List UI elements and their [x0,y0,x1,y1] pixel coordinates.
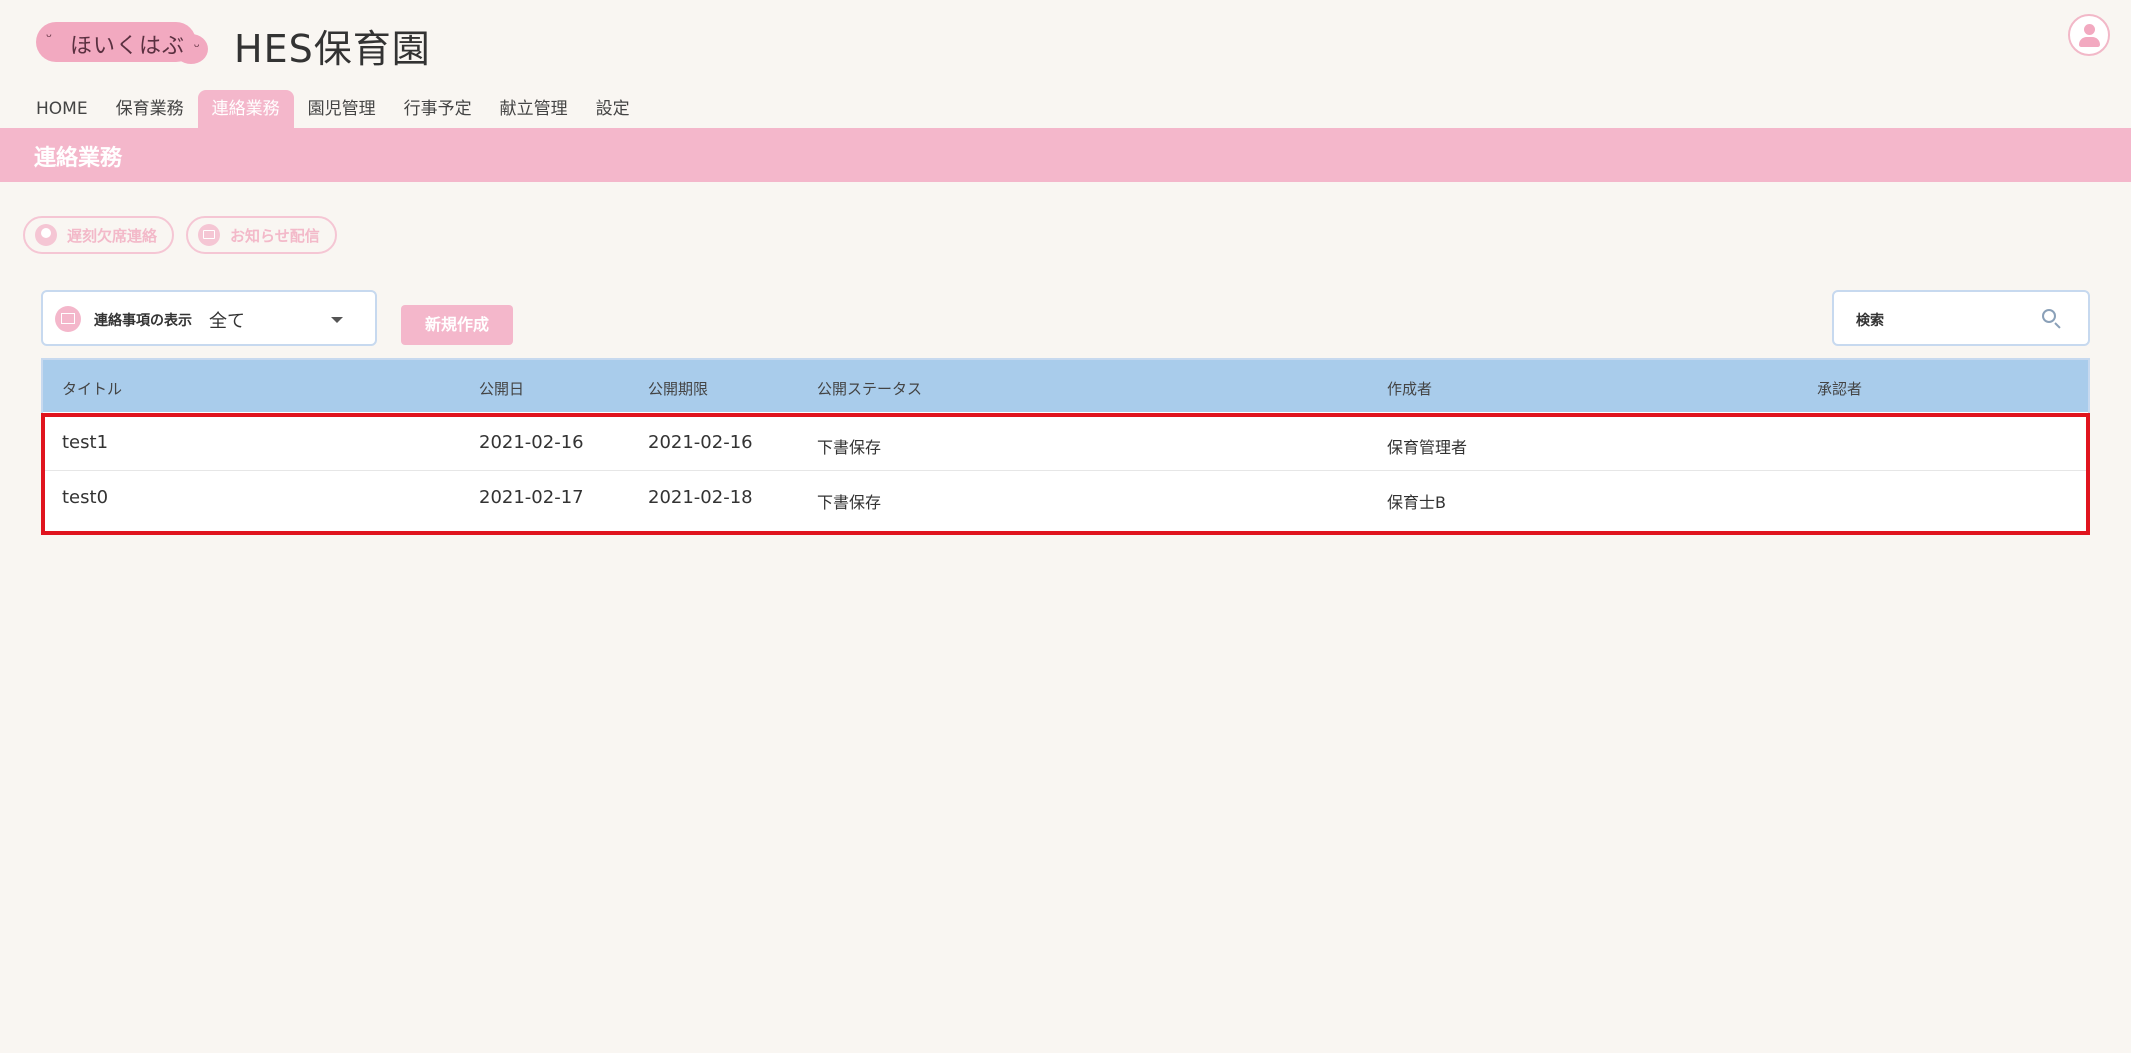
cell-title: test1 [62,432,109,453]
cell-status: 下書保存 [817,493,882,512]
logo-text: ほいくはぶ [70,34,186,59]
main-nav: HOME 保育業務 連絡業務 園児管理 行事予定 献立管理 設定 [22,90,644,128]
contact-table: タイトル 公開日 公開期限 公開ステータス 作成者 承認者 test1 2021… [41,358,2090,533]
cell-author: 保育士B [1387,493,1446,512]
app-logo[interactable]: ᵕ ほいくはぶ ᵕ [36,22,208,64]
table-header: タイトル 公開日 公開期限 公開ステータス 作成者 承認者 [43,360,2088,412]
avatar-head [2084,24,2095,35]
attendance-contact-label: 遅刻欠席連絡 [67,226,158,245]
col-title[interactable]: タイトル [62,378,122,399]
tab-contact[interactable]: 連絡業務 [197,90,294,128]
tab-childcare[interactable]: 保育業務 [102,90,198,128]
smile-icon: ᵕ [193,38,200,56]
filter-label: 連絡事項の表示 [94,313,192,329]
cell-publish-date: 2021-02-17 [479,487,584,508]
new-create-button[interactable]: 新規作成 [401,305,513,345]
cell-publish-date: 2021-02-16 [479,432,584,453]
col-approver[interactable]: 承認者 [1817,378,1862,399]
smile-icon: ᵕ [46,28,53,46]
page-title-bar: 連絡業務 [0,128,2131,182]
cell-publish-end: 2021-02-16 [648,432,753,453]
search-icon[interactable] [2042,309,2056,323]
cell-status: 下書保存 [817,438,882,457]
notice-send-button[interactable]: お知らせ配信 [186,216,337,254]
filter-value: 全て [209,311,245,332]
page-title: 連絡業務 [34,146,123,171]
mail-icon [55,306,81,332]
tab-settings[interactable]: 設定 [582,90,644,128]
col-publish-date[interactable]: 公開日 [479,378,524,399]
col-status[interactable]: 公開ステータス [817,378,922,399]
search-placeholder: 検索 [1856,313,1884,329]
col-author[interactable]: 作成者 [1387,378,1432,399]
notice-send-label: お知らせ配信 [230,226,320,245]
chevron-down-icon [331,317,343,323]
user-avatar-icon[interactable] [2068,14,2110,56]
cell-title: test0 [62,487,109,508]
display-filter-select[interactable]: 連絡事項の表示 全て [41,290,377,346]
tab-children[interactable]: 園児管理 [294,90,390,128]
avatar-body [2079,37,2100,47]
cell-publish-end: 2021-02-18 [648,487,753,508]
col-publish-end[interactable]: 公開期限 [648,378,708,399]
attendance-contact-button[interactable]: 遅刻欠席連絡 [23,216,174,254]
app-title: HES保育園 [234,27,431,71]
tab-menu[interactable]: 献立管理 [486,90,582,128]
tab-events[interactable]: 行事予定 [390,90,486,128]
table-row[interactable]: test0 2021-02-17 2021-02-18 下書保存 保育士B [45,471,2086,525]
cell-author: 保育管理者 [1387,438,1468,457]
tab-home[interactable]: HOME [22,90,102,128]
table-row[interactable]: test1 2021-02-16 2021-02-16 下書保存 保育管理者 [45,416,2086,471]
search-input[interactable]: 検索 [1832,290,2090,346]
child-face-icon [35,224,57,246]
mail-icon [198,224,220,246]
